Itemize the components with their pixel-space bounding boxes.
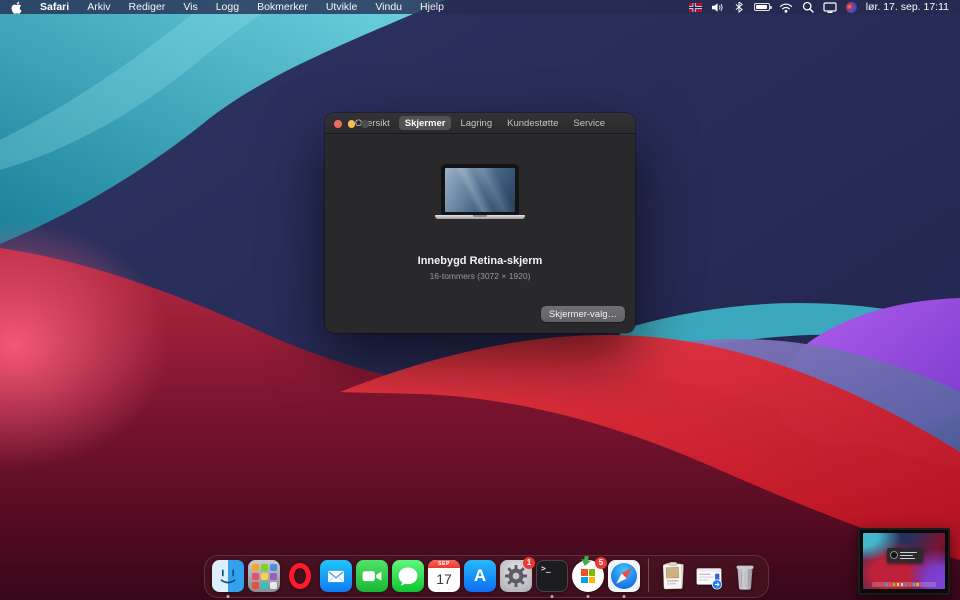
dock-divider <box>648 558 649 592</box>
dock-opera-icon[interactable] <box>284 560 316 592</box>
apple-logo-icon <box>11 1 22 14</box>
tab-lagring[interactable]: Lagring <box>454 116 498 130</box>
external-display-preview[interactable] <box>858 528 950 595</box>
menu-arkiv[interactable]: Arkiv <box>78 1 119 13</box>
dock-system-preferences-icon[interactable]: 1 <box>500 560 532 592</box>
dock-app-store-icon[interactable]: A <box>464 560 496 592</box>
terminal-glyph: >_ <box>541 564 551 573</box>
calendar-month: SEP <box>428 560 460 568</box>
dock-trash-icon[interactable] <box>729 560 761 592</box>
battery-icon[interactable] <box>754 3 770 11</box>
dock-minimized-window-icon[interactable] <box>693 560 725 592</box>
wifi-icon[interactable] <box>779 2 793 13</box>
mini-window-text-lines <box>900 552 917 559</box>
macbook-base <box>435 215 525 219</box>
app-store-glyph: A <box>474 566 486 586</box>
menu-hjelp[interactable]: Hjelp <box>411 1 453 13</box>
external-display-mini-window <box>887 548 923 564</box>
running-indicator <box>623 595 626 598</box>
dock-documents-stack-icon[interactable] <box>657 560 689 592</box>
external-display-wallpaper <box>863 533 945 589</box>
menu-bar: Safari Arkiv Rediger Vis Logg Bokmerker … <box>0 0 960 14</box>
minimize-button[interactable] <box>348 120 356 128</box>
display-spec: 16-tommers (3072 × 1920) <box>325 271 635 281</box>
volume-icon[interactable] <box>711 2 724 13</box>
dock-messages-icon[interactable] <box>392 560 424 592</box>
dock-terminal-icon[interactable]: >_ <box>536 560 568 592</box>
dock-mail-icon[interactable] <box>320 560 352 592</box>
dock-safari-icon[interactable] <box>608 560 640 592</box>
displays-preferences-button[interactable]: Skjermer-valg… <box>541 306 625 322</box>
window-tab-bar: Oversikt Skjermer Lagring Kundestøtte Se… <box>349 116 611 130</box>
menu-vis[interactable]: Vis <box>174 1 206 13</box>
dock-finder-icon[interactable] <box>212 560 244 592</box>
menubar-clock[interactable]: lør. 17. sep. 17:11 <box>866 1 949 13</box>
dock-microsoft-update-icon[interactable]: 5 <box>572 560 604 592</box>
tab-service[interactable]: Service <box>567 116 611 130</box>
spotlight-icon[interactable] <box>802 1 814 13</box>
about-this-mac-window: Oversikt Skjermer Lagring Kundestøtte Se… <box>325 113 635 333</box>
dock-facetime-icon[interactable] <box>356 560 388 592</box>
menu-rediger[interactable]: Rediger <box>120 1 175 13</box>
notification-badge: 1 <box>523 557 535 569</box>
macbook-illustration <box>435 165 525 219</box>
running-indicator <box>227 595 230 598</box>
tab-skjermer[interactable]: Skjermer <box>399 116 452 130</box>
running-indicator <box>587 595 590 598</box>
apple-menu[interactable] <box>11 1 31 14</box>
menu-utvikle[interactable]: Utvikle <box>317 1 367 13</box>
display-mirroring-icon[interactable] <box>823 2 837 13</box>
mini-window-circle <box>890 551 898 559</box>
running-indicator <box>551 595 554 598</box>
external-display-mini-dock <box>872 582 936 587</box>
close-button[interactable] <box>334 120 342 128</box>
notification-badge: 5 <box>595 557 607 569</box>
bluetooth-icon[interactable] <box>733 1 745 13</box>
dock-launchpad-icon[interactable] <box>248 560 280 592</box>
dock: SEP 17 A 1 >_ 5 <box>204 555 769 598</box>
display-name: Innebygd Retina-skjerm <box>325 255 635 267</box>
calendar-day: 17 <box>428 568 460 590</box>
menu-app-name[interactable]: Safari <box>31 1 78 13</box>
window-titlebar[interactable]: Oversikt Skjermer Lagring Kundestøtte Se… <box>325 113 635 134</box>
desktop[interactable]: Safari Arkiv Rediger Vis Logg Bokmerker … <box>0 0 960 600</box>
menu-bokmerker[interactable]: Bokmerker <box>248 1 317 13</box>
tab-kundestotte[interactable]: Kundestøtte <box>501 116 564 130</box>
menu-logg[interactable]: Logg <box>207 1 248 13</box>
macbook-screen <box>442 165 518 215</box>
dock-calendar-icon[interactable]: SEP 17 <box>428 560 460 592</box>
keyboard-layout-flag-icon[interactable] <box>689 3 702 12</box>
siri-icon[interactable] <box>846 2 857 13</box>
zoom-button-disabled <box>361 120 369 128</box>
menu-vindu[interactable]: Vindu <box>366 1 411 13</box>
